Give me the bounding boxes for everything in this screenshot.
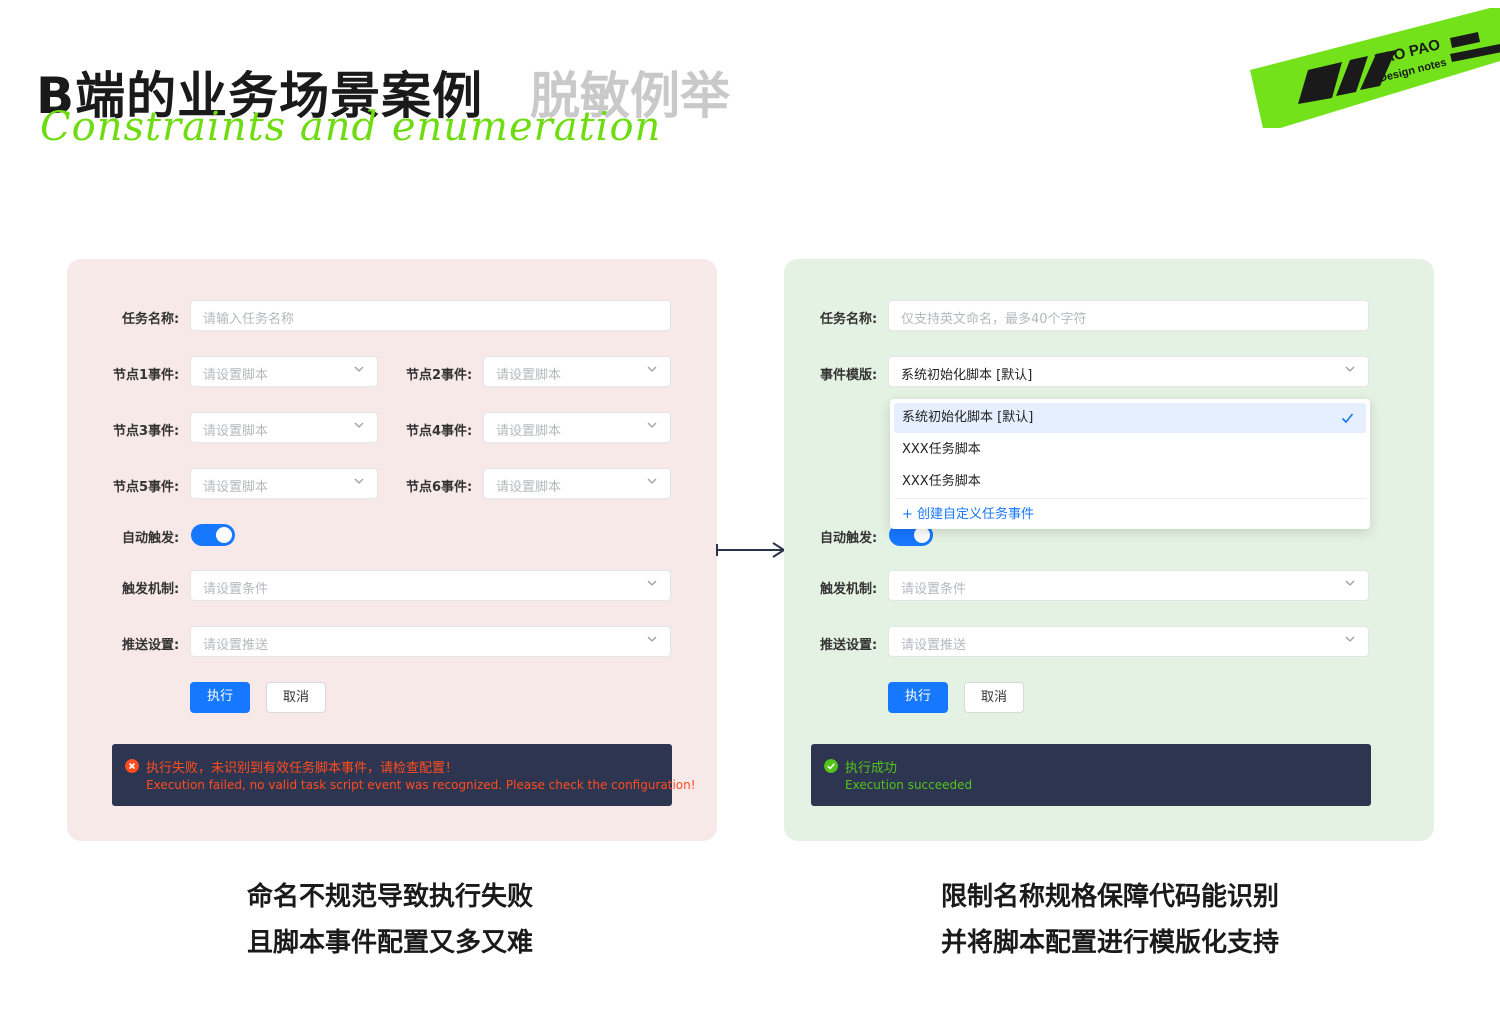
node2-event-label: 节点2事件:: [406, 368, 473, 383]
push-settings-label: 推送设置:: [820, 638, 878, 653]
check-icon: [1341, 413, 1354, 424]
node1-event-placeholder: 请设置脚本: [203, 368, 269, 383]
cancel-button[interactable]: 取消: [964, 682, 1024, 713]
toggle-knob: [216, 527, 232, 543]
trigger-mechanism-placeholder: 请设置条件: [901, 582, 967, 597]
task-name-label: 任务名称:: [122, 312, 180, 327]
execute-button[interactable]: 执行: [190, 682, 250, 713]
chevron-down-icon: [647, 478, 657, 484]
task-name-placeholder: 请输入任务名称: [203, 312, 295, 327]
cancel-button[interactable]: 取消: [266, 682, 326, 713]
chevron-down-icon: [647, 636, 657, 642]
event-template-select[interactable]: 系统初始化脚本 [默认]: [888, 356, 1369, 387]
node5-event-select[interactable]: 请设置脚本: [190, 468, 378, 499]
chevron-down-icon: [1345, 580, 1355, 586]
node5-event-label: 节点5事件:: [113, 480, 180, 495]
success-message: 执行成功: [845, 761, 898, 776]
right-caption: 限制名称规格保障代码能识别 并将脚本配置进行模版化支持: [900, 874, 1320, 966]
node2-event-placeholder: 请设置脚本: [496, 368, 562, 383]
auto-trigger-label: 自动触发:: [820, 531, 878, 546]
event-template-value: 系统初始化脚本 [默认]: [901, 368, 1033, 383]
node4-event-label: 节点4事件:: [406, 424, 473, 439]
dropdown-option-label: 系统初始化脚本 [默认]: [902, 410, 1034, 425]
node2-event-select[interactable]: 请设置脚本: [483, 356, 671, 387]
success-toast: 执行成功 Execution succeeded: [811, 744, 1371, 806]
push-settings-select[interactable]: 请设置推送: [888, 626, 1369, 657]
dropdown-option-selected[interactable]: 系统初始化脚本 [默认]: [894, 403, 1366, 433]
left-caption: 命名不规范导致执行失败 且脚本事件配置又多又难: [190, 874, 590, 966]
push-settings-label: 推送设置:: [122, 638, 180, 653]
trigger-mechanism-select[interactable]: 请设置条件: [888, 570, 1369, 601]
push-settings-select[interactable]: 请设置推送: [190, 626, 671, 657]
task-name-input[interactable]: 请输入任务名称: [190, 300, 671, 331]
dropdown-option-label: XXX任务脚本: [902, 442, 981, 457]
dropdown-option[interactable]: XXX任务脚本: [894, 467, 1366, 497]
error-message-en: Execution failed, no valid task script e…: [146, 778, 696, 792]
task-name-label: 任务名称:: [820, 312, 878, 327]
chevron-down-icon: [1345, 366, 1355, 372]
node6-event-label: 节点6事件:: [406, 480, 473, 495]
script-subtitle: Constraints and enumeration: [40, 104, 662, 150]
chevron-down-icon: [647, 422, 657, 428]
pao-pao-logo: PAO PAO Design notes: [1250, 8, 1500, 133]
dropdown-option[interactable]: XXX任务脚本: [894, 435, 1366, 465]
node3-event-select[interactable]: 请设置脚本: [190, 412, 378, 443]
node3-event-label: 节点3事件:: [113, 424, 180, 439]
error-message: 执行失败，未识别到有效任务脚本事件，请检查配置！: [146, 761, 459, 776]
error-toast: 执行失败，未识别到有效任务脚本事件，请检查配置！ Execution faile…: [112, 744, 696, 806]
push-settings-placeholder: 请设置推送: [203, 638, 269, 653]
task-name-placeholder: 仅支持英文命名，最多40个字符: [901, 312, 1087, 327]
toggle-knob: [914, 527, 930, 543]
node5-event-placeholder: 请设置脚本: [203, 480, 269, 495]
right-caption-line1: 限制名称规格保障代码能识别: [940, 882, 1279, 912]
chevron-down-icon: [647, 366, 657, 372]
chevron-down-icon: [1345, 636, 1355, 642]
event-template-dropdown: 系统初始化脚本 [默认] XXX任务脚本 XXX任务脚本 + 创建自定义任务事件: [890, 399, 1370, 529]
node4-event-select[interactable]: 请设置脚本: [483, 412, 671, 443]
dropdown-divider: [894, 498, 1366, 499]
right-arrow-icon: [716, 542, 786, 558]
right-caption-line2: 并将脚本配置进行模版化支持: [940, 928, 1279, 958]
success-message-en: Execution succeeded: [845, 778, 973, 792]
auto-trigger-label: 自动触发:: [122, 531, 180, 546]
node1-event-label: 节点1事件:: [113, 368, 180, 383]
event-template-label: 事件模版:: [820, 368, 878, 383]
right-form-panel: 任务名称: 仅支持英文命名，最多40个字符 事件模版: 系统初始化脚本 [默认]…: [784, 259, 1434, 841]
success-check-icon: [824, 759, 838, 773]
task-name-input[interactable]: 仅支持英文命名，最多40个字符: [888, 300, 1369, 331]
chevron-down-icon: [354, 478, 364, 484]
trigger-mechanism-label: 触发机制:: [122, 582, 180, 597]
chevron-down-icon: [647, 580, 657, 586]
trigger-mechanism-select[interactable]: 请设置条件: [190, 570, 671, 601]
node3-event-placeholder: 请设置脚本: [203, 424, 269, 439]
chevron-down-icon: [354, 422, 364, 428]
left-form-panel: 任务名称: 请输入任务名称 节点1事件: 请设置脚本 节点2事件: 请设置脚本 …: [67, 259, 717, 841]
node6-event-placeholder: 请设置脚本: [496, 480, 562, 495]
auto-trigger-toggle[interactable]: [191, 524, 235, 546]
chevron-down-icon: [354, 366, 364, 372]
node1-event-select[interactable]: 请设置脚本: [190, 356, 378, 387]
error-icon: [125, 759, 139, 773]
trigger-mechanism-label: 触发机制:: [820, 582, 878, 597]
trigger-mechanism-placeholder: 请设置条件: [203, 582, 269, 597]
push-settings-placeholder: 请设置推送: [901, 638, 967, 653]
dropdown-option-label: XXX任务脚本: [902, 474, 981, 489]
node4-event-placeholder: 请设置脚本: [496, 424, 562, 439]
left-caption-line2: 且脚本事件配置又多又难: [246, 928, 533, 958]
execute-button[interactable]: 执行: [888, 682, 948, 713]
node6-event-select[interactable]: 请设置脚本: [483, 468, 671, 499]
create-custom-event-link[interactable]: + 创建自定义任务事件: [902, 503, 1034, 522]
left-caption-line1: 命名不规范导致执行失败: [246, 882, 533, 912]
